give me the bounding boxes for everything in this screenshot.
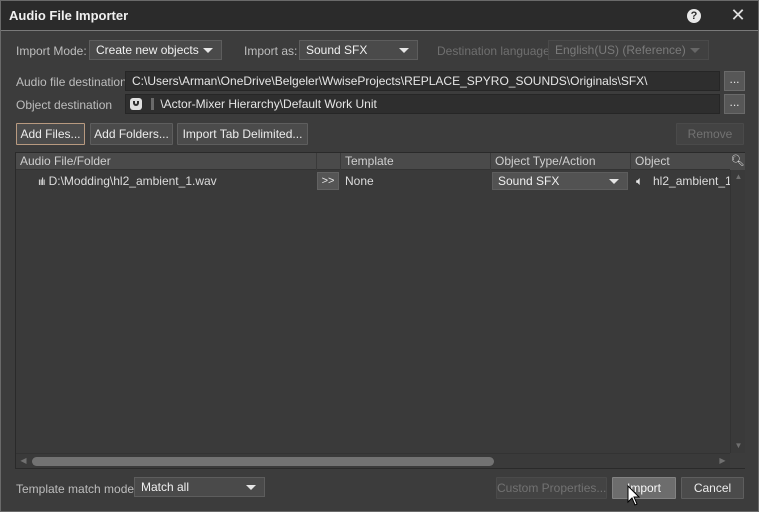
horizontal-scroll-thumb[interactable]	[32, 457, 494, 466]
mouse-cursor-icon	[627, 485, 641, 506]
import-as-value: Sound SFX	[306, 43, 368, 57]
help-icon[interactable]: ?	[687, 9, 701, 23]
scroll-left-icon[interactable]: ◀	[16, 454, 31, 468]
column-header-audio-file[interactable]: Audio File/Folder	[16, 153, 317, 170]
apply-template-button[interactable]: >>	[317, 172, 339, 190]
import-file-list: Audio File/Folder Template Object Type/A…	[15, 152, 745, 469]
destination-language-value: English(US) (Reference)	[555, 43, 686, 57]
audio-waveform-icon: ıılı	[38, 177, 46, 188]
chevron-down-icon	[203, 48, 213, 53]
chevron-down-icon	[399, 48, 409, 53]
remove-button: Remove	[676, 123, 744, 145]
import-as-label: Import as:	[244, 44, 298, 58]
object-cell: 🔈︎ hl2_ambient_1	[636, 171, 732, 191]
column-header-arrow[interactable]	[317, 153, 341, 170]
destination-language-label: Destination language:	[437, 44, 554, 58]
audio-file-importer-dialog: Audio File Importer ? ✕ Import Mode: Cre…	[0, 0, 759, 512]
template-cell[interactable]: None	[345, 171, 374, 191]
audio-file-cell: ıılı D:\Modding\hl2_ambient_1.wav	[38, 171, 217, 191]
object-destination-value: \Actor-Mixer Hierarchy\Default Work Unit	[160, 97, 377, 111]
horizontal-scrollbar[interactable]: ◀ ▶	[16, 453, 730, 468]
audio-file-path: D:\Modding\hl2_ambient_1.wav	[48, 174, 217, 188]
scrollbar-corner	[730, 453, 745, 468]
destination-language-select: English(US) (Reference)	[548, 40, 709, 60]
audio-file-destination-label: Audio file destination	[16, 75, 127, 89]
import-tab-delimited-button[interactable]: Import Tab Delimited...	[177, 123, 308, 145]
work-unit-icon	[130, 98, 142, 110]
template-match-mode-value: Match all	[141, 480, 190, 494]
add-folders-button[interactable]: Add Folders...	[90, 123, 173, 145]
table-row[interactable]: ıılı D:\Modding\hl2_ambient_1.wav >> None…	[16, 171, 732, 191]
scroll-down-icon[interactable]: ▼	[731, 439, 746, 453]
import-mode-select[interactable]: Create new objects	[89, 40, 222, 60]
chevron-down-icon	[246, 485, 256, 490]
title-bar: Audio File Importer ? ✕	[1, 1, 758, 31]
object-type-select[interactable]: Sound SFX	[492, 172, 628, 190]
vertical-scrollbar[interactable]: ▲ ▼	[730, 170, 745, 453]
add-files-button[interactable]: Add Files...	[16, 123, 85, 145]
object-name: hl2_ambient_1	[653, 174, 732, 188]
import-mode-label: Import Mode:	[16, 44, 87, 58]
chevron-down-icon	[609, 179, 619, 184]
object-destination-label: Object destination	[16, 98, 113, 112]
import-as-select[interactable]: Sound SFX	[299, 40, 418, 60]
column-header-template[interactable]: Template	[341, 153, 491, 170]
column-header-object-type[interactable]: Object Type/Action	[491, 153, 631, 170]
grid-header: Audio File/Folder Template Object Type/A…	[16, 153, 730, 170]
cancel-button[interactable]: Cancel	[681, 477, 744, 499]
chevron-down-icon	[690, 48, 700, 53]
import-button[interactable]: Import	[612, 477, 676, 499]
object-destination-browse-button[interactable]: ...	[724, 94, 745, 114]
audio-file-destination-browse-button[interactable]: ...	[724, 71, 745, 91]
scroll-up-icon[interactable]: ▲	[731, 170, 746, 184]
template-match-mode-label: Template match mode:	[16, 482, 138, 496]
object-destination-input[interactable]: \Actor-Mixer Hierarchy\Default Work Unit	[125, 94, 720, 114]
scroll-right-icon[interactable]: ▶	[715, 454, 730, 468]
template-match-mode-select[interactable]: Match all	[134, 477, 265, 497]
object-type-value: Sound SFX	[498, 174, 560, 188]
custom-properties-button: Custom Properties...	[496, 477, 607, 499]
audio-file-destination-input[interactable]: C:\Users\Arman\OneDrive\Belgeler\WwisePr…	[125, 71, 720, 91]
window-title: Audio File Importer	[9, 8, 129, 23]
column-header-object[interactable]: Object	[631, 153, 730, 170]
sound-sfx-icon: 🔈︎	[636, 174, 644, 188]
import-mode-value: Create new objects	[96, 43, 199, 57]
close-icon[interactable]: ✕	[729, 5, 747, 25]
separator	[151, 98, 155, 110]
search-icon[interactable]: 🔍︎	[730, 153, 745, 170]
